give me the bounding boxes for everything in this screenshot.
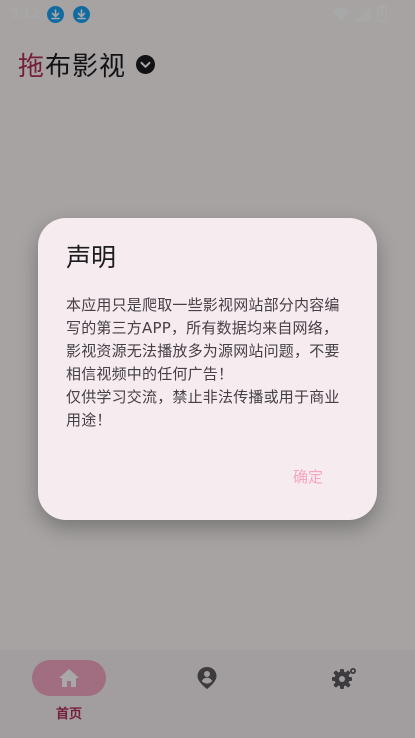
disclaimer-dialog: 声明 本应用只是爬取一些影视网站部分内容编写的第三方APP，所有数据均来自网络，… xyxy=(38,218,377,520)
confirm-button[interactable]: 确定 xyxy=(285,462,331,491)
dialog-title: 声明 xyxy=(66,243,117,272)
dialog-body: 本应用只是爬取一些影视网站部分内容编写的第三方APP，所有数据均来自网络，影视资… xyxy=(66,296,340,429)
